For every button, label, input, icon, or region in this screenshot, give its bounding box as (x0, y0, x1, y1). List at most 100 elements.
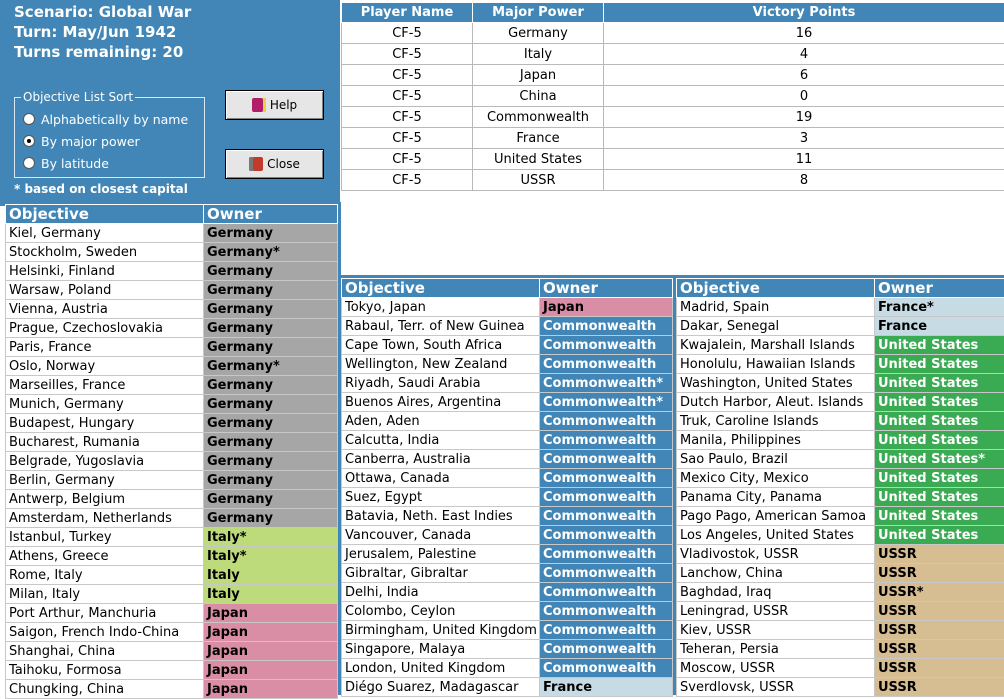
radio-unselected-icon[interactable] (23, 157, 35, 169)
objective-row[interactable]: Colombo, CeylonCommonwealth (342, 602, 673, 621)
objective-row[interactable]: Kwajalein, Marshall IslandsUnited States (677, 336, 1004, 355)
sort-option-alphabetical[interactable]: Alphabetically by name (23, 110, 188, 128)
objective-row[interactable]: Port Arthur, ManchuriaJapan (6, 604, 338, 623)
vp-row[interactable]: CF-5France3 (342, 128, 1004, 149)
objective-row[interactable]: London, United KingdomCommonwealth (342, 659, 673, 678)
objective-row[interactable]: Riyadh, Saudi ArabiaCommonwealth* (342, 374, 673, 393)
objective-row[interactable]: Sao Paulo, BrazilUnited States* (677, 450, 1004, 469)
objective-row[interactable]: Shanghai, ChinaJapan (6, 642, 338, 661)
objective-row[interactable]: Prague, CzechoslovakiaGermany (6, 319, 338, 338)
objective-row[interactable]: Honolulu, Hawaiian IslandsUnited States (677, 355, 1004, 374)
objective-row[interactable]: Chungking, ChinaJapan (6, 680, 338, 699)
objective-row[interactable]: Gibraltar, GibraltarCommonwealth (342, 564, 673, 583)
vp-row[interactable]: CF-5Italy4 (342, 44, 1004, 65)
objective-row[interactable]: Tokyo, JapanJapan (342, 298, 673, 317)
objective-row[interactable]: Birmingham, United KingdomCommonwealth (342, 621, 673, 640)
help-button[interactable]: Help (225, 90, 324, 120)
objective-row[interactable]: Budapest, HungaryGermany (6, 414, 338, 433)
objective-name-cell: Buenos Aires, Argentina (342, 393, 540, 412)
objective-row[interactable]: Istanbul, TurkeyItaly* (6, 528, 338, 547)
objective-row[interactable]: Warsaw, PolandGermany (6, 281, 338, 300)
objective-row[interactable]: Moscow, USSRUSSR (677, 659, 1004, 678)
objective-row[interactable]: Taihoku, FormosaJapan (6, 661, 338, 680)
sort-option-label: By major power (41, 134, 140, 149)
radio-unselected-icon[interactable] (23, 113, 35, 125)
vp-player-cell: CF-5 (342, 149, 473, 170)
objective-row[interactable]: Berlin, GermanyGermany (6, 471, 338, 490)
objective-row[interactable]: Leningrad, USSRUSSR (677, 602, 1004, 621)
objective-row[interactable]: Suez, EgyptCommonwealth (342, 488, 673, 507)
objective-row[interactable]: Milan, ItalyItaly (6, 585, 338, 604)
objective-row[interactable]: Manila, PhilippinesUnited States (677, 431, 1004, 450)
vp-row[interactable]: CF-5USSR8 (342, 170, 1004, 191)
objective-row[interactable]: Dutch Harbor, Aleut. IslandsUnited State… (677, 393, 1004, 412)
objective-row[interactable]: Sverdlovsk, USSRUSSR (677, 678, 1004, 697)
objective-row[interactable]: Aden, AdenCommonwealth (342, 412, 673, 431)
objective-name-cell: Marseilles, France (6, 376, 204, 395)
objective-row[interactable]: Panama City, PanamaUnited States (677, 488, 1004, 507)
sort-option-latitude[interactable]: By latitude (23, 154, 109, 172)
objective-row[interactable]: Cape Town, South AfricaCommonwealth (342, 336, 673, 355)
objective-row[interactable]: Vancouver, CanadaCommonwealth (342, 526, 673, 545)
objective-row[interactable]: Antwerp, BelgiumGermany (6, 490, 338, 509)
objective-name-cell: Aden, Aden (342, 412, 540, 431)
objective-row[interactable]: Lanchow, ChinaUSSR (677, 564, 1004, 583)
objective-row[interactable]: Batavia, Neth. East IndiesCommonwealth (342, 507, 673, 526)
objective-row[interactable]: Belgrade, YugoslaviaGermany (6, 452, 338, 471)
close-button[interactable]: Close (225, 149, 324, 179)
owner-column-header[interactable]: Owner (204, 205, 338, 224)
owner-column-header[interactable]: Owner (540, 279, 673, 298)
objective-row[interactable]: Vienna, AustriaGermany (6, 300, 338, 319)
objective-row[interactable]: Buenos Aires, ArgentinaCommonwealth* (342, 393, 673, 412)
objective-row[interactable]: Wellington, New ZealandCommonwealth (342, 355, 673, 374)
objective-row[interactable]: Truk, Caroline IslandsUnited States (677, 412, 1004, 431)
radio-selected-icon[interactable] (23, 135, 35, 147)
objective-row[interactable]: Rome, ItalyItaly (6, 566, 338, 585)
objective-row[interactable]: Athens, GreeceItaly* (6, 547, 338, 566)
objective-row[interactable]: Madrid, SpainFrance* (677, 298, 1004, 317)
vp-row[interactable]: CF-5United States11 (342, 149, 1004, 170)
objective-row[interactable]: Delhi, IndiaCommonwealth (342, 583, 673, 602)
objective-row[interactable]: Rabaul, Terr. of New GuineaCommonwealth (342, 317, 673, 336)
objective-row[interactable]: Pago Pago, American SamoaUnited States (677, 507, 1004, 526)
objective-row[interactable]: Teheran, PersiaUSSR (677, 640, 1004, 659)
objective-row[interactable]: Calcutta, IndiaCommonwealth (342, 431, 673, 450)
objective-column-header[interactable]: Objective (6, 205, 204, 224)
objective-row[interactable]: Washington, United StatesUnited States (677, 374, 1004, 393)
objective-row[interactable]: Singapore, MalayaCommonwealth (342, 640, 673, 659)
objective-row[interactable]: Vladivostok, USSRUSSR (677, 545, 1004, 564)
vp-header-player[interactable]: Player Name (342, 3, 473, 23)
objective-row[interactable]: Diégo Suarez, MadagascarFrance (342, 678, 673, 697)
objective-row[interactable]: Bucharest, RumaniaGermany (6, 433, 338, 452)
objective-row[interactable]: Dakar, SenegalFrance (677, 317, 1004, 336)
objective-row[interactable]: Oslo, NorwayGermany* (6, 357, 338, 376)
objective-row[interactable]: Helsinki, FinlandGermany (6, 262, 338, 281)
owner-column-header[interactable]: Owner (875, 279, 1004, 298)
objective-row[interactable]: Amsterdam, NetherlandsGermany (6, 509, 338, 528)
objective-column-header[interactable]: Objective (342, 279, 540, 298)
objective-name-cell: Moscow, USSR (677, 659, 875, 678)
objective-row[interactable]: Paris, FranceGermany (6, 338, 338, 357)
vp-row[interactable]: CF-5Japan6 (342, 65, 1004, 86)
objective-row[interactable]: Saigon, French Indo-ChinaJapan (6, 623, 338, 642)
vp-header-points[interactable]: Victory Points (604, 3, 1004, 23)
help-button-label: Help (270, 98, 297, 112)
vp-row[interactable]: CF-5Commonwealth19 (342, 107, 1004, 128)
objective-column-header[interactable]: Objective (677, 279, 875, 298)
sort-option-major-power[interactable]: By major power (23, 132, 140, 150)
objective-row[interactable]: Kiel, GermanyGermany (6, 224, 338, 243)
objective-row[interactable]: Mexico City, MexicoUnited States (677, 469, 1004, 488)
objective-row[interactable]: Stockholm, SwedenGermany* (6, 243, 338, 262)
objective-row[interactable]: Jerusalem, PalestineCommonwealth (342, 545, 673, 564)
objective-row[interactable]: Baghdad, IraqUSSR* (677, 583, 1004, 602)
objective-row[interactable]: Marseilles, FranceGermany (6, 376, 338, 395)
objective-row[interactable]: Kiev, USSRUSSR (677, 621, 1004, 640)
objective-name-cell: Cape Town, South Africa (342, 336, 540, 355)
vp-row[interactable]: CF-5China0 (342, 86, 1004, 107)
objective-row[interactable]: Los Angeles, United StatesUnited States (677, 526, 1004, 545)
vp-row[interactable]: CF-5Germany16 (342, 23, 1004, 44)
objective-row[interactable]: Canberra, AustraliaCommonwealth (342, 450, 673, 469)
vp-header-power[interactable]: Major Power (473, 3, 604, 23)
objective-row[interactable]: Ottawa, CanadaCommonwealth (342, 469, 673, 488)
objective-row[interactable]: Munich, GermanyGermany (6, 395, 338, 414)
